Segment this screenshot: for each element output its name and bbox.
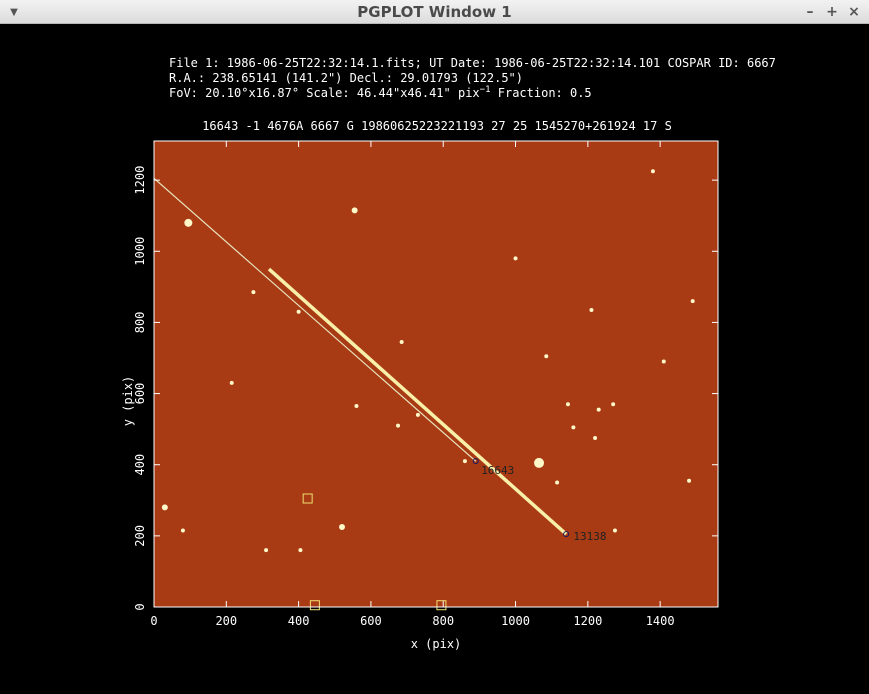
- star-point: [339, 523, 345, 530]
- star-point: [690, 299, 695, 304]
- y-tick-label: 0: [133, 603, 147, 610]
- star-point: [612, 528, 617, 533]
- minimize-button[interactable]: –: [800, 2, 820, 22]
- y-tick-label: 600: [133, 383, 147, 405]
- star-point: [596, 407, 601, 412]
- y-tick-label: 1000: [133, 237, 147, 266]
- satellite-label: 16643: [481, 464, 514, 477]
- x-tick-label: 1400: [646, 614, 675, 628]
- star-point: [251, 290, 256, 295]
- star-point: [687, 478, 692, 483]
- x-tick-label: 200: [215, 614, 237, 628]
- star-point: [351, 207, 358, 214]
- star-point: [264, 548, 269, 553]
- x-tick-label: 400: [288, 614, 310, 628]
- star-point: [180, 528, 185, 533]
- close-button[interactable]: ×: [844, 2, 864, 22]
- satellite-label: 13138: [573, 530, 606, 543]
- header-line-1: File 1: 1986-06-25T22:32:14.1.fits; UT D…: [169, 56, 776, 70]
- star-point: [229, 380, 234, 385]
- window-title: PGPLOT Window 1: [357, 3, 512, 21]
- star-point: [298, 548, 303, 553]
- header-line-2: R.A.: 238.65141 (141.2") Decl.: 29.01793…: [169, 71, 523, 85]
- star-point: [571, 425, 576, 430]
- star-point: [161, 504, 168, 511]
- star-point: [555, 480, 560, 485]
- star-point: [589, 307, 594, 312]
- x-tick-label: 0: [150, 614, 157, 628]
- star-point: [513, 256, 518, 261]
- title-bar[interactable]: ▼ PGPLOT Window 1 – + ×: [0, 0, 869, 24]
- star-point: [611, 402, 616, 407]
- y-tick-label: 400: [133, 454, 147, 476]
- star-point: [593, 436, 598, 441]
- star-point: [661, 359, 666, 364]
- y-tick-label: 200: [133, 525, 147, 547]
- star-point: [544, 354, 549, 359]
- header-line-3: FoV: 20.10°x16.87° Scale: 46.44"x46.41" …: [169, 85, 592, 100]
- star-point: [354, 404, 359, 409]
- star-point: [184, 218, 193, 227]
- pgplot-window: ▼ PGPLOT Window 1 – + × File 1: 1986-06-…: [0, 0, 869, 694]
- x-tick-label: 600: [360, 614, 382, 628]
- star-point: [650, 169, 655, 174]
- image-frame: [154, 141, 718, 607]
- header-line-4: 16643 -1 4676A 6667 G 19860625223221193 …: [202, 119, 672, 133]
- plot-area: File 1: 1986-06-25T22:32:14.1.fits; UT D…: [0, 24, 869, 694]
- x-axis-label: x (pix): [411, 637, 462, 651]
- y-tick-label: 1200: [133, 166, 147, 195]
- star-point: [399, 339, 404, 344]
- star-point: [296, 309, 301, 314]
- maximize-button[interactable]: +: [822, 2, 842, 22]
- star-point: [396, 423, 401, 428]
- star-point: [534, 457, 545, 468]
- star-point: [462, 459, 467, 464]
- star-point: [415, 412, 420, 417]
- y-axis-label: y (pix): [121, 376, 135, 427]
- x-tick-label: 1200: [573, 614, 602, 628]
- x-tick-label: 1000: [501, 614, 530, 628]
- star-point: [565, 402, 570, 407]
- y-tick-label: 800: [133, 312, 147, 334]
- plot-canvas: File 1: 1986-06-25T22:32:14.1.fits; UT D…: [121, 56, 776, 651]
- x-tick-label: 800: [432, 614, 454, 628]
